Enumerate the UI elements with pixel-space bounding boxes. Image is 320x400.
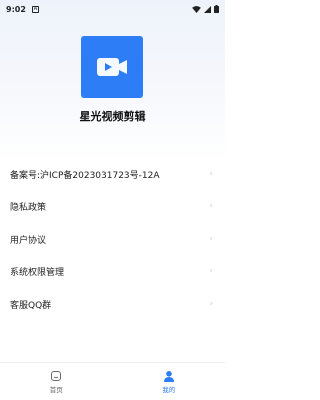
menu-item-label: 备案号:沪ICP备2023031723号-12A	[10, 170, 160, 181]
battery-icon	[214, 5, 219, 13]
tab-label: 我的	[162, 385, 176, 394]
chevron-right-icon: ›	[209, 266, 213, 277]
menu-item-label: 隐私政策	[10, 203, 47, 214]
menu-item-label: 用户协议	[10, 235, 47, 246]
menu-item-label: 系统权限管理	[10, 268, 65, 279]
home-icon	[51, 370, 62, 381]
tab-label: 首页	[49, 385, 63, 394]
signal-icon	[204, 5, 211, 13]
menu-item-privacy-policy[interactable]: 隐私政策 ›	[0, 191, 225, 224]
user-icon	[163, 370, 174, 382]
menu-item-permission-management[interactable]: 系统权限管理 ›	[0, 256, 225, 289]
tab-mine[interactable]: 我的	[113, 363, 226, 400]
menu-list: 备案号:沪ICP备2023031723号-12A › 隐私政策 › 用户协议 ›…	[0, 158, 225, 321]
menu-item-qq-group[interactable]: 客服QQ群 ›	[0, 288, 225, 321]
tab-home[interactable]: 首页	[0, 363, 113, 400]
status-time: 9:02	[6, 4, 26, 14]
video-camera-icon	[97, 58, 127, 76]
menu-item-icp-record[interactable]: 备案号:沪ICP备2023031723号-12A ›	[0, 158, 225, 191]
status-bar: 9:02 A	[0, 0, 225, 18]
chevron-right-icon: ›	[209, 298, 213, 309]
app-name: 星光视频剪辑	[79, 110, 146, 123]
chevron-right-icon: ›	[209, 168, 213, 179]
bottom-tab-bar: 首页 我的	[0, 362, 225, 400]
menu-item-label: 客服QQ群	[10, 300, 52, 311]
profile-page: 9:02 A 星光视频剪辑 备案号:沪ICP备2023031723号-12A ›	[0, 0, 225, 400]
chevron-right-icon: ›	[209, 201, 213, 212]
wifi-icon	[192, 5, 201, 13]
status-indicators	[192, 5, 219, 13]
chevron-right-icon: ›	[209, 233, 213, 244]
app-logo	[81, 36, 143, 98]
menu-item-user-agreement[interactable]: 用户协议 ›	[0, 223, 225, 256]
notification-icon: A	[31, 5, 39, 13]
